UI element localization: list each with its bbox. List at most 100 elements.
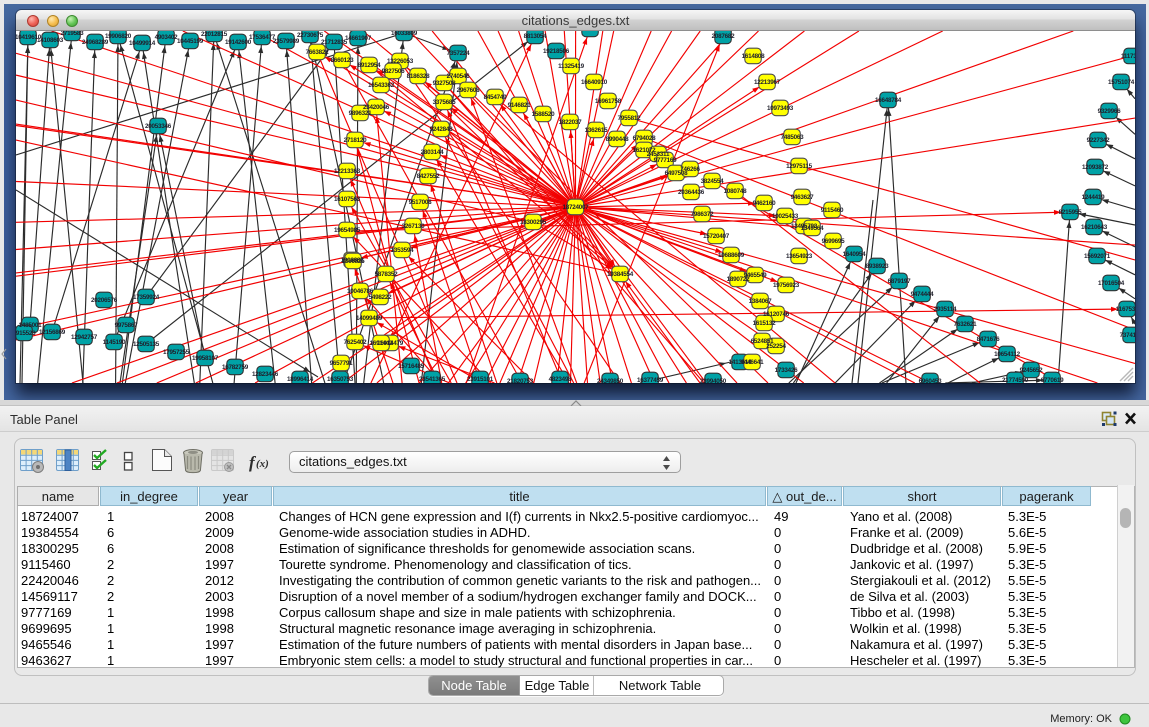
svg-text:13654923: 13654923: [786, 253, 813, 260]
svg-text:10688609: 10688609: [718, 252, 745, 259]
svg-text:18300295: 18300295: [520, 219, 547, 226]
svg-text:9463627: 9463627: [791, 194, 815, 201]
svg-text:17359924: 17359924: [133, 294, 160, 301]
svg-text:16648784: 16648784: [875, 97, 902, 104]
svg-text:10654112: 10654112: [994, 351, 1020, 358]
svg-text:19218506: 19218506: [543, 48, 570, 55]
svg-text:6647119: 6647119: [579, 31, 602, 33]
svg-text:17957255: 17957255: [163, 349, 190, 356]
svg-text:6794028: 6794028: [633, 135, 657, 142]
svg-text:16961758: 16961758: [595, 98, 622, 105]
svg-text:2718120: 2718120: [344, 137, 368, 144]
svg-text:1362615: 1362615: [585, 127, 609, 134]
svg-text:8471676: 8471676: [977, 336, 1001, 343]
svg-text:1145190: 1145190: [103, 339, 126, 346]
svg-text:12975115: 12975115: [786, 163, 812, 170]
svg-text:2740546: 2740546: [447, 73, 471, 80]
svg-text:9227342: 9227342: [1087, 137, 1111, 144]
svg-text:10445199: 10445199: [177, 38, 204, 45]
svg-text:12823446: 12823446: [252, 371, 279, 378]
svg-text:2803144: 2803144: [421, 149, 445, 156]
svg-text:9242848: 9242848: [430, 126, 454, 133]
svg-text:16782759: 16782759: [222, 364, 249, 371]
svg-text:7663822: 7663822: [306, 49, 330, 56]
svg-text:15716485: 15716485: [398, 363, 425, 370]
svg-text:8215955: 8215955: [1059, 209, 1083, 216]
svg-text:9896321: 9896321: [349, 110, 373, 117]
svg-text:16640910: 16640910: [581, 79, 608, 86]
svg-text:24968289: 24968289: [82, 39, 109, 46]
svg-text:21712835: 21712835: [321, 39, 348, 46]
svg-text:12156869: 12156869: [39, 329, 66, 336]
svg-text:8427552: 8427552: [417, 173, 441, 180]
svg-text:13226053: 13226053: [387, 58, 414, 65]
svg-text:9699695: 9699695: [822, 238, 846, 245]
svg-text:19958107: 19958107: [192, 355, 219, 362]
svg-text:8912954: 8912954: [358, 62, 382, 69]
svg-text:16543362: 16543362: [368, 82, 395, 89]
svg-text:17536477: 17536477: [249, 34, 276, 41]
svg-text:16210643: 16210643: [1081, 224, 1108, 231]
svg-text:2087682: 2087682: [712, 33, 736, 40]
svg-text:23994050: 23994050: [700, 378, 727, 383]
svg-text:8813054: 8813054: [524, 33, 548, 40]
svg-text:24349850: 24349850: [597, 378, 624, 383]
svg-text:23579989: 23579989: [273, 38, 300, 45]
svg-text:7357224: 7357224: [447, 50, 471, 57]
svg-text:22012815: 22012815: [201, 31, 228, 38]
svg-text:21774590: 21774590: [1002, 377, 1029, 383]
svg-text:19654985: 19654985: [334, 227, 361, 234]
svg-text:20364436: 20364436: [678, 189, 705, 196]
svg-text:1167533: 1167533: [1116, 306, 1135, 313]
svg-text:14661907: 14661907: [345, 35, 372, 42]
svg-text:14099489: 14099489: [356, 315, 383, 322]
svg-text:1691443: 1691443: [370, 340, 394, 347]
svg-text:16120746: 16120746: [763, 311, 790, 318]
svg-text:8454749: 8454749: [484, 94, 508, 101]
svg-text:9777169: 9777169: [654, 157, 678, 164]
svg-text:1485001: 1485001: [19, 322, 43, 329]
svg-text:15720407: 15720407: [703, 233, 730, 240]
svg-text:1117342: 1117342: [1121, 53, 1135, 60]
svg-text:1822037: 1822037: [559, 119, 583, 126]
svg-text:7632621: 7632621: [954, 321, 978, 328]
svg-text:1614808: 1614808: [742, 53, 766, 60]
svg-text:19756923: 19756923: [773, 282, 800, 289]
svg-text:20053346: 20053346: [145, 123, 172, 130]
svg-text:17016504: 17016504: [1098, 280, 1125, 287]
svg-text:7625402: 7625402: [344, 339, 368, 346]
svg-text:19142600: 19142600: [225, 39, 252, 46]
svg-text:10973493: 10973493: [767, 105, 794, 112]
svg-text:5498222: 5498222: [369, 294, 393, 301]
svg-text:14108603: 14108603: [37, 37, 64, 44]
svg-text:22730675: 22730675: [297, 32, 324, 39]
svg-text:7374122: 7374122: [1120, 332, 1135, 339]
svg-text:3915523: 3915523: [16, 330, 36, 337]
svg-text:21820753: 21820753: [507, 378, 534, 383]
svg-text:4823498: 4823498: [549, 376, 573, 383]
svg-text:6770619: 6770619: [1041, 377, 1065, 383]
svg-text:8990448: 8990448: [606, 136, 630, 143]
svg-text:3375685: 3375685: [433, 99, 457, 106]
svg-text:23915101: 23915101: [467, 376, 494, 383]
svg-text:9115460: 9115460: [821, 207, 844, 214]
svg-text:3267130: 3267130: [402, 223, 426, 230]
svg-text:1890722: 1890722: [727, 276, 751, 283]
svg-text:1349564: 1349564: [801, 225, 825, 232]
svg-text:2935114: 2935114: [934, 306, 957, 313]
svg-text:1588520: 1588520: [532, 111, 556, 118]
svg-text:9446641: 9446641: [741, 359, 765, 366]
svg-text:1384067: 1384067: [749, 298, 773, 305]
svg-text:9975867: 9975867: [115, 322, 139, 329]
svg-text:16350753: 16350753: [327, 376, 354, 383]
svg-text:6960453: 6960453: [919, 378, 943, 383]
svg-text:16033809: 16033809: [391, 31, 418, 37]
svg-text:15751074: 15751074: [1108, 79, 1135, 86]
svg-text:19384554: 19384554: [607, 271, 634, 278]
svg-text:6879197: 6879197: [888, 278, 912, 285]
svg-text:1080748: 1080748: [724, 188, 748, 195]
svg-text:7955812: 7955812: [618, 115, 642, 122]
svg-text:12213363: 12213363: [334, 168, 361, 175]
svg-text:746266: 746266: [680, 166, 700, 173]
svg-text:20206576: 20206576: [91, 297, 118, 304]
